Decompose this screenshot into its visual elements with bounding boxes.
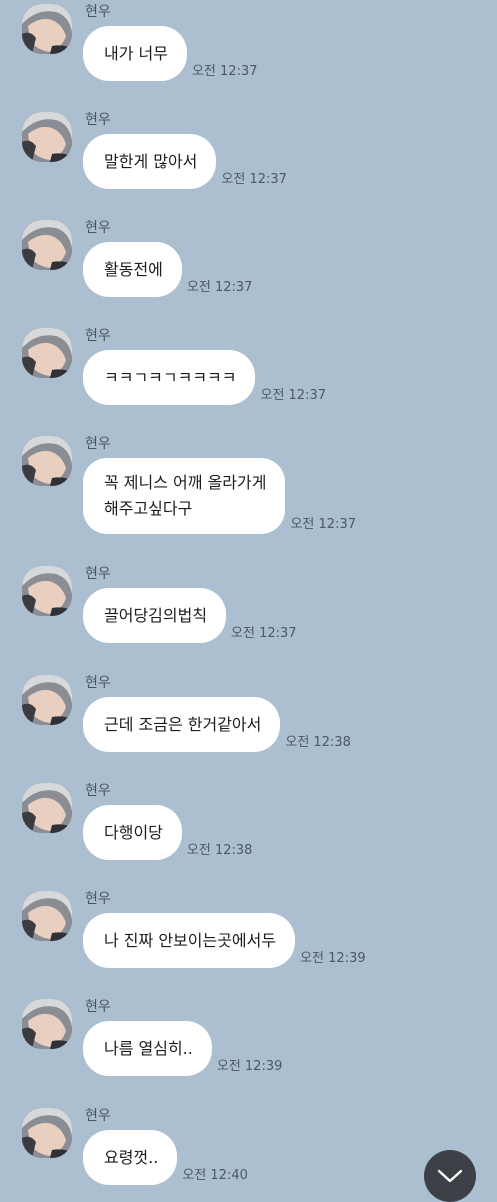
- message-text: 해주고싶다구: [104, 499, 193, 518]
- sender-name: 현우: [85, 999, 111, 1015]
- message-bubble[interactable]: 나 진짜 안보이는곳에서두: [83, 913, 296, 968]
- message-bubble[interactable]: 나름 열심히..: [83, 1021, 212, 1076]
- sender-avatar[interactable]: [22, 891, 72, 941]
- message-timestamp: 오전 12:39: [216, 1059, 283, 1074]
- sender-name: 현우: [85, 436, 111, 452]
- message-text: 활동전에: [104, 259, 163, 279]
- sender-avatar[interactable]: [22, 220, 72, 270]
- message-bubble[interactable]: 내가 너무: [83, 26, 187, 81]
- message-timestamp: 오전 12:40: [182, 1168, 248, 1183]
- sender-name: 현우: [85, 1108, 111, 1124]
- sender-avatar[interactable]: [22, 783, 72, 833]
- message-timestamp: 오전 12:38: [186, 843, 253, 858]
- message-timestamp: 오전 12:39: [300, 951, 366, 966]
- message-timestamp: 오전 12:37: [191, 64, 258, 79]
- sender-avatar[interactable]: [22, 675, 72, 725]
- sender-avatar[interactable]: [22, 999, 72, 1049]
- message-timestamp: 오전 12:37: [186, 280, 253, 295]
- sender-name: 현우: [85, 328, 111, 344]
- message-text: ㅋㅋㄱㅋㄱㅋㅋㅋㅋ: [104, 367, 237, 387]
- sender-avatar[interactable]: [22, 112, 72, 162]
- message-bubble[interactable]: 말한게 많아서: [83, 134, 217, 189]
- message-text: 끌어당김의법칙: [104, 605, 208, 625]
- sender-avatar[interactable]: [22, 4, 72, 54]
- sender-avatar[interactable]: [22, 566, 72, 616]
- sender-name: 현우: [85, 675, 111, 691]
- chat-area[interactable]: 현우 내가 너무 오전 12:37 현우 말한게 많아서 오전 12:37 현우…: [0, 0, 497, 1200]
- message-text: 내가 너무: [104, 43, 168, 63]
- message-timestamp: 오전 12:38: [285, 735, 351, 750]
- message-timestamp: 오전 12:37: [221, 172, 287, 187]
- sender-name: 현우: [85, 112, 111, 128]
- sender-name: 현우: [85, 220, 111, 236]
- sender-avatar[interactable]: [22, 436, 72, 486]
- message-bubble[interactable]: 근데 조금은 한거같아서: [83, 697, 281, 752]
- message-text: 근데 조금은 한거같아서: [104, 714, 262, 734]
- message-bubble[interactable]: 다행이당: [83, 805, 182, 860]
- sender-avatar[interactable]: [22, 328, 72, 378]
- message-bubble[interactable]: 활동전에: [83, 242, 182, 297]
- message-bubble[interactable]: ㅋㅋㄱㅋㄱㅋㅋㅋㅋ: [83, 350, 256, 405]
- message-text: 나 진짜 안보이는곳에서두: [104, 930, 277, 950]
- message-text: 나름 열심히..: [104, 1038, 193, 1058]
- message-bubble[interactable]: 꼭 제니스 어깨 올라가게 해주고싶다구: [83, 458, 286, 534]
- chevron-down-icon: [437, 1169, 463, 1183]
- message-text: 다행이당: [104, 822, 163, 842]
- message-text: 말한게 많아서: [104, 151, 198, 171]
- message-timestamp: 오전 12:37: [290, 517, 356, 532]
- sender-name: 현우: [85, 783, 111, 799]
- message-text: 꼭 제니스 어깨 올라가게: [104, 473, 267, 492]
- message-bubble[interactable]: 요령껏..: [83, 1130, 178, 1185]
- sender-name: 현우: [85, 891, 111, 907]
- message-bubble[interactable]: 끌어당김의법칙: [83, 588, 227, 643]
- sender-name: 현우: [85, 566, 111, 582]
- message-text: 요령껏..: [104, 1147, 159, 1167]
- sender-avatar[interactable]: [22, 1108, 72, 1158]
- message-timestamp: 오전 12:37: [231, 626, 297, 641]
- message-timestamp: 오전 12:37: [260, 388, 327, 403]
- scroll-to-bottom-button[interactable]: [424, 1150, 476, 1202]
- sender-name: 현우: [85, 4, 111, 20]
